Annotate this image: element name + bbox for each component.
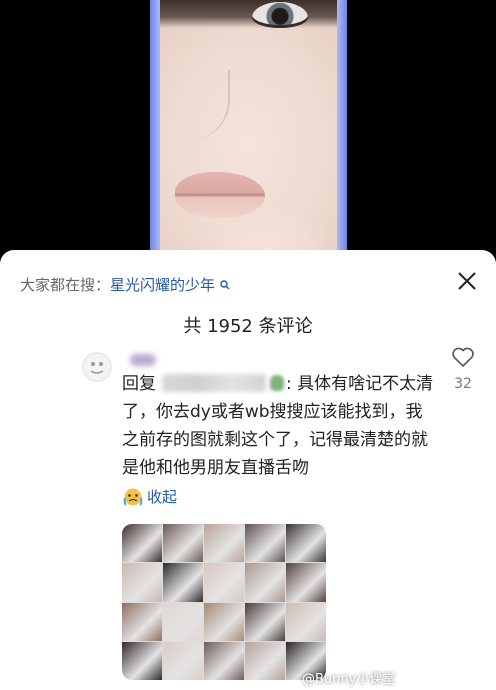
collage-tile — [204, 563, 244, 602]
heart-outline-icon — [451, 346, 475, 372]
video-frame-nose — [168, 70, 230, 140]
video-player[interactable] — [150, 0, 347, 262]
collapse-label: 收起 — [147, 488, 178, 506]
collage-tile — [122, 524, 162, 563]
comment-count-title: 共 1952 条评论 — [183, 316, 313, 337]
video-frame-eye — [252, 2, 308, 28]
avatar[interactable] — [82, 352, 112, 382]
collage-tile — [163, 602, 203, 641]
collage-tile — [204, 524, 244, 563]
reply-prefix: 回复 — [122, 374, 156, 394]
video-frame-face — [160, 0, 337, 262]
collage-tile — [204, 641, 244, 680]
close-icon — [458, 272, 476, 294]
collage-tile — [122, 641, 162, 680]
video-frame-lips — [175, 172, 265, 218]
hot-search-bar[interactable]: 大家都在搜：星光闪耀的少年 — [20, 274, 230, 295]
hot-search-keyword[interactable]: 星光闪耀的少年 — [110, 276, 215, 294]
username-blurred[interactable] — [130, 354, 156, 366]
reply-target-emoji — [270, 375, 284, 391]
watermark: @Bunny小课堂 — [302, 672, 396, 687]
collage-tile — [245, 524, 285, 563]
collage-tile — [245, 641, 285, 680]
attached-image-collage[interactable] — [122, 524, 326, 680]
collage-tile — [122, 602, 162, 641]
collage-tile — [245, 563, 285, 602]
collage-tile — [286, 563, 326, 602]
collage-tile — [245, 602, 285, 641]
hot-search-prefix: 大家都在搜： — [20, 276, 111, 294]
close-button[interactable] — [450, 266, 484, 300]
like-count: 32 — [454, 376, 472, 392]
collage-tile — [163, 524, 203, 563]
crying-face-icon — [122, 487, 144, 507]
comment-body[interactable]: 回复: 具体有啥记不太清了，你去dy或者wb搜搜应该能找到，我之前存的图就剩这个… — [122, 370, 434, 482]
collage-tile — [204, 602, 244, 641]
search-icon — [216, 280, 230, 293]
video-frame-hair — [160, 0, 337, 28]
like-button[interactable] — [448, 346, 478, 372]
collage-tile — [286, 602, 326, 641]
collage-tile — [163, 641, 203, 680]
collage-tile — [163, 563, 203, 602]
comment-sheet: 大家都在搜：星光闪耀的少年 共 1952 条评论 32 回复: 具体有啥记不太清… — [0, 250, 496, 690]
collage-tile — [122, 563, 162, 602]
collage-tile — [286, 524, 326, 563]
collapse-button[interactable]: 收起 — [122, 486, 177, 507]
reply-target-blurred[interactable] — [162, 374, 266, 392]
